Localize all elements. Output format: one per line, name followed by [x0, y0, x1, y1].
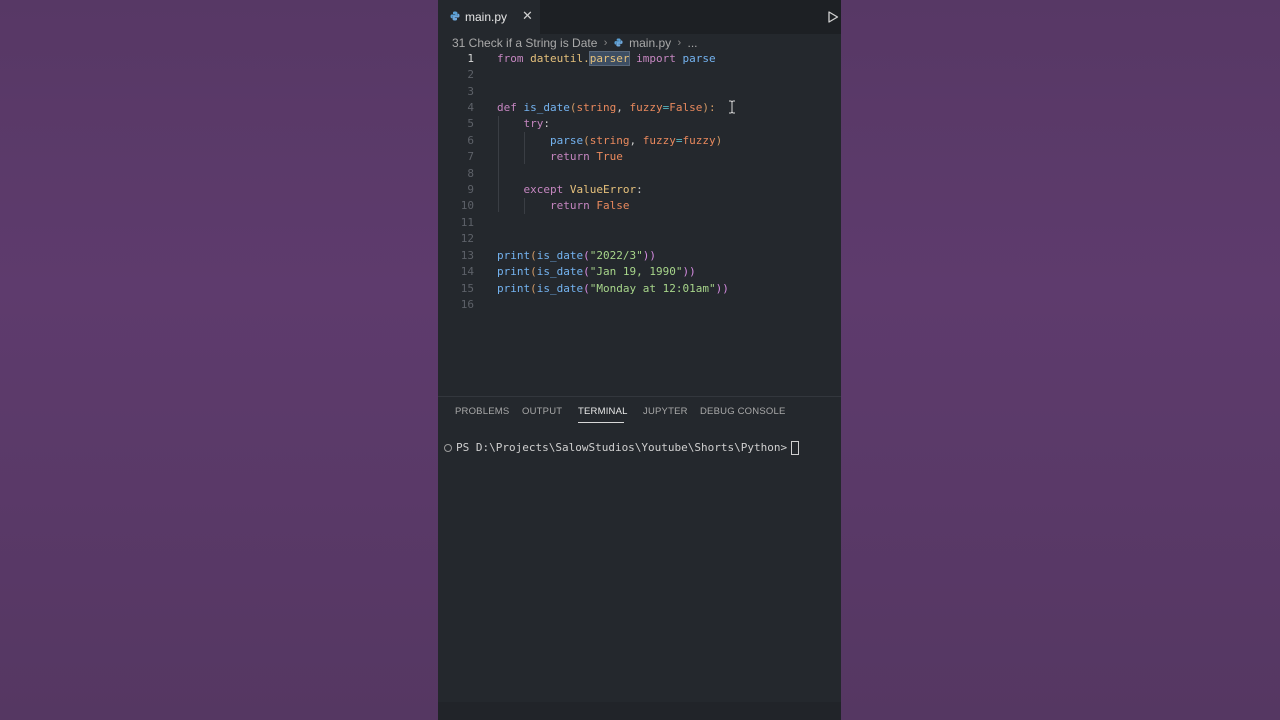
code-line: 1 from dateutil.parser import parse — [438, 51, 841, 67]
code-line: 3 — [438, 84, 841, 100]
code-line: 11 — [438, 215, 841, 231]
line-number: 6 — [467, 134, 474, 147]
line-number: 13 — [460, 249, 474, 262]
code-line: 7 return True — [438, 149, 841, 165]
line-number: 7 — [467, 150, 474, 163]
run-icon[interactable] — [827, 11, 839, 23]
code-line: 10 return False — [438, 198, 841, 214]
code-line: 5 try: — [438, 116, 841, 132]
text-cursor-icon — [729, 100, 735, 114]
line-number: 1 — [467, 52, 474, 65]
tab-debug-console[interactable]: DEBUG CONSOLE — [700, 406, 785, 417]
breadcrumb-folder[interactable]: 31 Check if a String is Date — [452, 36, 597, 50]
tab-terminal[interactable]: TERMINAL — [578, 406, 628, 417]
line-number: 15 — [460, 282, 474, 295]
line-number: 4 — [467, 101, 474, 114]
terminal-prompt: PS D:\Projects\SalowStudios\Youtube\Shor… — [456, 441, 788, 454]
terminal[interactable]: PS D:\Projects\SalowStudios\Youtube\Shor… — [444, 440, 800, 456]
terminal-status-icon — [444, 444, 452, 452]
status-bar — [438, 702, 841, 720]
line-number: 8 — [467, 167, 474, 180]
selected-text: parser — [588, 51, 631, 66]
python-file-icon — [614, 38, 623, 47]
line-number: 10 — [460, 199, 474, 212]
background-left — [0, 0, 438, 720]
tab-bar: main.py ✕ — [438, 0, 841, 34]
tab-output[interactable]: OUTPUT — [522, 406, 562, 417]
breadcrumb-more[interactable]: ... — [688, 36, 698, 50]
active-tab-indicator — [578, 422, 624, 423]
code-line: 13 print(is_date("2022/3")) — [438, 248, 841, 264]
code-line: 6 parse(string, fuzzy=fuzzy) — [438, 133, 841, 149]
code-line: 4 def is_date(string, fuzzy=False): — [438, 100, 841, 116]
tab-problems[interactable]: PROBLEMS — [455, 406, 509, 417]
code-editor-window: main.py ✕ 31 Check if a String is Date ›… — [438, 0, 841, 720]
line-number: 5 — [467, 117, 474, 130]
terminal-cursor — [791, 441, 800, 455]
code-line: 16 — [438, 297, 841, 313]
line-number: 9 — [467, 183, 474, 196]
line-number: 16 — [460, 298, 474, 311]
chevron-right-icon: › — [603, 36, 608, 49]
python-file-icon — [450, 11, 460, 21]
chevron-right-icon: › — [677, 36, 682, 49]
line-number: 2 — [467, 68, 474, 81]
background-right — [841, 0, 1280, 720]
code-line: 8 — [438, 166, 841, 182]
breadcrumb: 31 Check if a String is Date › main.py ›… — [452, 35, 698, 51]
code-line: 15 print(is_date("Monday at 12:01am")) — [438, 281, 841, 297]
line-number: 3 — [467, 85, 474, 98]
code-line: 2 — [438, 67, 841, 83]
panel-tabs: PROBLEMS OUTPUT TERMINAL JUPYTER DEBUG C… — [438, 397, 841, 427]
tab-main-py[interactable]: main.py ✕ — [438, 0, 540, 34]
code-line: 12 — [438, 231, 841, 247]
code-line: 9 except ValueError: — [438, 182, 841, 198]
code-line: 14 print(is_date("Jan 19, 1990")) — [438, 264, 841, 280]
tab-jupyter[interactable]: JUPYTER — [643, 406, 688, 417]
line-number: 12 — [460, 232, 474, 245]
tab-label: main.py — [465, 10, 508, 24]
line-number: 14 — [460, 265, 474, 278]
line-number: 11 — [460, 216, 474, 229]
close-icon[interactable]: ✕ — [522, 9, 533, 23]
breadcrumb-file[interactable]: main.py — [629, 36, 671, 50]
